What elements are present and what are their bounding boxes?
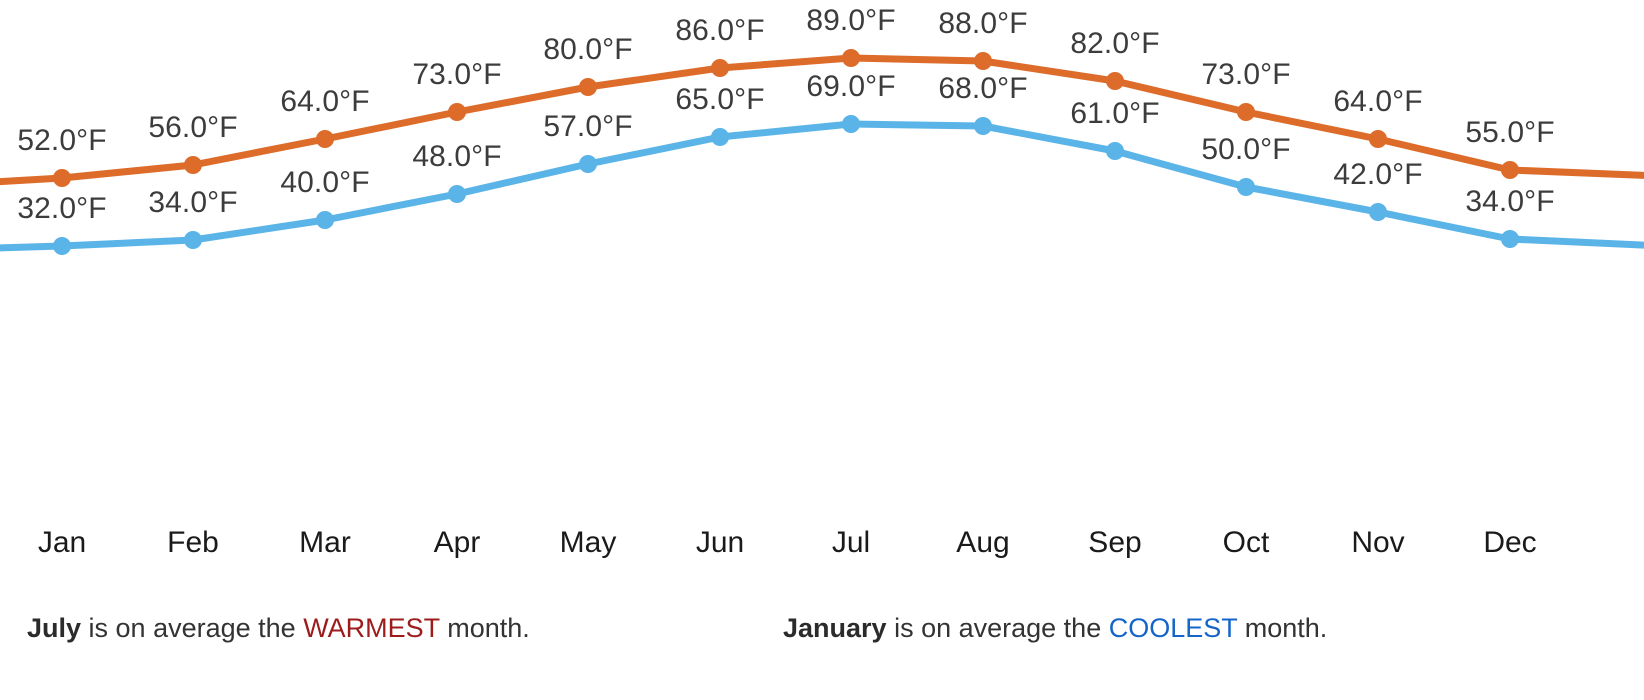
warmest-superlative: WARMEST xyxy=(303,613,440,643)
high-temperature-marker[interactable] xyxy=(184,156,202,174)
plot-area: 52.0°F 56.0°F 64.0°F 73.0°F 80.0°F 86.0°F 89.0… xyxy=(0,0,1644,520)
coolest-superlative: COOLEST xyxy=(1108,613,1238,643)
warmest-month-name: July xyxy=(27,613,82,643)
coolest-caption-tail: month. xyxy=(1237,613,1328,643)
high-temperature-marker[interactable] xyxy=(1369,130,1387,148)
month-label-aug[interactable]: Aug xyxy=(956,528,1009,558)
month-label-mar[interactable]: Mar xyxy=(299,528,351,558)
warmest-caption-tail: month. xyxy=(439,613,530,643)
high-temperature-marker[interactable] xyxy=(1106,72,1124,90)
high-temperature-marker[interactable] xyxy=(448,103,466,121)
coolest-month-caption: January is on average the COOLEST month. xyxy=(783,612,1327,644)
high-temperature-marker[interactable] xyxy=(842,49,860,67)
low-temperature-marker[interactable] xyxy=(1501,230,1519,248)
low-temperature-marker[interactable] xyxy=(974,117,992,135)
low-temperature-marker[interactable] xyxy=(1106,142,1124,160)
high-temperature-marker[interactable] xyxy=(579,78,597,96)
coolest-month-name: January xyxy=(783,613,887,643)
month-axis: Jan Feb Mar Apr May Jun Jul Aug Sep Oct Nov Dec xyxy=(0,528,1644,576)
warmest-caption-mid: is on average the xyxy=(81,613,304,643)
warmest-month-caption: July is on average the WARMEST month. xyxy=(27,612,530,644)
high-temperature-markers xyxy=(53,49,1519,187)
temperature-chart: 52.0°F 56.0°F 64.0°F 73.0°F 80.0°F 86.0°F 89.0… xyxy=(0,0,1644,700)
coolest-caption-mid: is on average the xyxy=(886,613,1109,643)
month-label-jul[interactable]: Jul xyxy=(832,528,870,558)
month-label-jun[interactable]: Jun xyxy=(696,528,744,558)
low-temperature-marker[interactable] xyxy=(1369,203,1387,221)
high-temperature-marker[interactable] xyxy=(974,52,992,70)
high-temperature-marker[interactable] xyxy=(711,59,729,77)
low-temperature-marker[interactable] xyxy=(579,155,597,173)
high-temperature-marker[interactable] xyxy=(316,130,334,148)
month-label-dec[interactable]: Dec xyxy=(1483,528,1536,558)
temperature-lines-svg xyxy=(0,49,1644,255)
high-temperature-marker[interactable] xyxy=(1501,161,1519,179)
low-temperature-marker[interactable] xyxy=(448,185,466,203)
month-label-nov[interactable]: Nov xyxy=(1351,528,1404,558)
month-label-oct[interactable]: Oct xyxy=(1223,528,1270,558)
high-temperature-marker[interactable] xyxy=(53,169,71,187)
month-label-jan[interactable]: Jan xyxy=(38,528,86,558)
month-label-apr[interactable]: Apr xyxy=(434,528,481,558)
low-temperature-markers xyxy=(53,115,1519,255)
low-temperature-marker[interactable] xyxy=(711,128,729,146)
low-temperature-marker[interactable] xyxy=(184,231,202,249)
month-label-sep[interactable]: Sep xyxy=(1088,528,1141,558)
month-label-may[interactable]: May xyxy=(560,528,617,558)
caption-row: July is on average the WARMEST month. Ja… xyxy=(0,612,1644,660)
low-temperature-marker[interactable] xyxy=(316,211,334,229)
low-temperature-marker[interactable] xyxy=(53,237,71,255)
month-label-feb[interactable]: Feb xyxy=(167,528,219,558)
high-temperature-marker[interactable] xyxy=(1237,103,1255,121)
low-temperature-marker[interactable] xyxy=(1237,178,1255,196)
high-temperature-line xyxy=(0,54,1644,186)
low-temperature-marker[interactable] xyxy=(842,115,860,133)
